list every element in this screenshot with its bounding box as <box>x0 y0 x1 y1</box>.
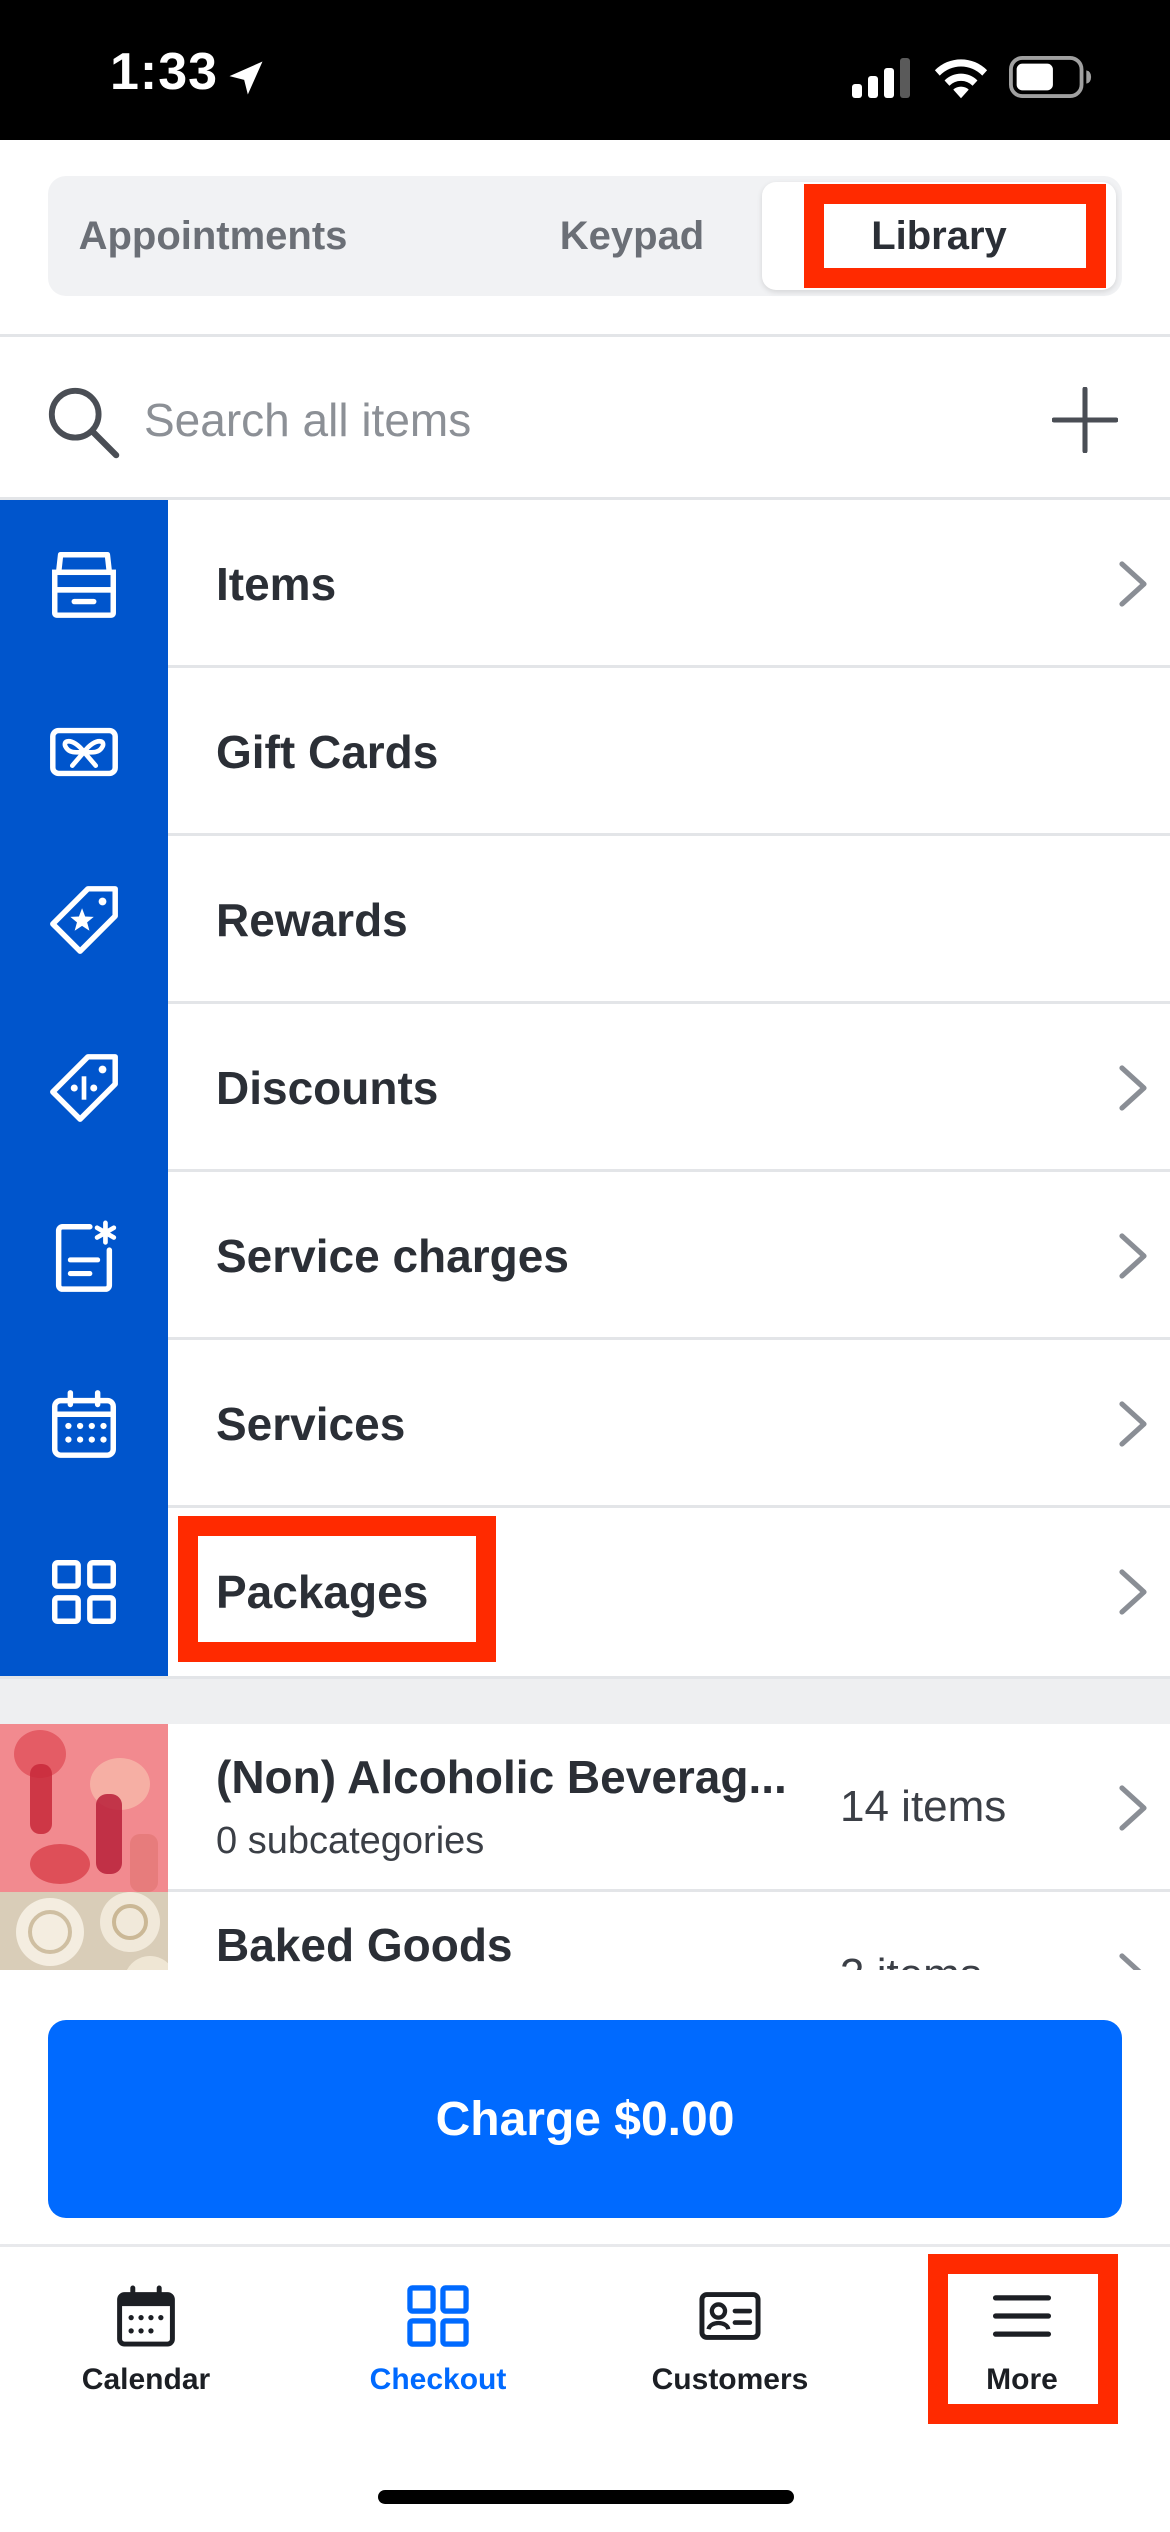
library-item-rewards[interactable]: Rewards <box>0 836 1170 1004</box>
chevron-right-icon <box>1119 1233 1147 1279</box>
category-title: Baked Goods <box>216 1919 513 1970</box>
search-bar <box>0 337 1170 499</box>
library-item-label: Services <box>216 1398 406 1450</box>
library-item-label: Rewards <box>216 894 408 946</box>
beverages-thumbnail-image <box>0 1724 168 1892</box>
library-item-label: Discounts <box>216 1062 439 1114</box>
location-arrow-icon <box>229 61 263 95</box>
library-highlight-box <box>804 184 1106 288</box>
charge-area: Charge $0.00 <box>0 1970 1170 2244</box>
tab-calendar[interactable]: Calendar <box>0 2283 292 2423</box>
screen: 1:33 Appointments Keypad Library Search … <box>0 0 1170 2532</box>
chevron-right-icon <box>1119 1785 1147 1831</box>
cellular-signal-icon <box>852 58 910 98</box>
library-item-services[interactable]: Services <box>0 1340 1170 1508</box>
category-row-baked-goods[interactable]: Baked Goods 3 items <box>0 1892 1170 1970</box>
tab-label: Checkout <box>369 2363 507 2396</box>
tab-label: Customers <box>651 2363 809 2396</box>
search-input[interactable] <box>144 385 1004 455</box>
gift-card-icon <box>50 727 118 777</box>
library-item-label: Service charges <box>216 1230 569 1282</box>
library-item-discounts[interactable]: Discounts <box>0 1004 1170 1172</box>
library-item-service-charges[interactable]: Service charges <box>0 1172 1170 1340</box>
baked-goods-thumbnail-image <box>0 1892 168 1970</box>
category-item-count: 3 items <box>840 1950 982 1970</box>
library-menu-list: Items Gift Cards Rewards Discounts Servi… <box>0 500 1170 1676</box>
section-separator <box>0 1676 1170 1724</box>
calendar-icon <box>117 2285 175 2347</box>
grid-icon <box>52 1560 116 1624</box>
add-item-icon[interactable] <box>1052 387 1118 453</box>
tab-label: Calendar <box>81 2363 211 2396</box>
chevron-right-icon <box>1119 1401 1147 1447</box>
status-time: 1:33 <box>110 43 219 101</box>
home-indicator <box>378 2490 794 2504</box>
chevron-right-icon <box>1119 1569 1147 1615</box>
chevron-right-icon <box>1119 1953 1142 1970</box>
tab-appointments[interactable]: Appointments <box>48 176 378 296</box>
status-bar: 1:33 <box>0 0 1170 140</box>
chevron-right-icon <box>1119 561 1147 607</box>
library-item-gift-cards[interactable]: Gift Cards <box>0 668 1170 836</box>
category-subtitle: 0 subcategories <box>216 1820 485 1862</box>
search-icon <box>48 387 120 459</box>
calendar-icon <box>52 1390 116 1458</box>
tab-customers[interactable]: Customers <box>584 2283 876 2423</box>
category-item-count: 14 items <box>840 1782 1007 1831</box>
charge-button[interactable]: Charge $0.00 <box>48 2020 1122 2218</box>
discount-tag-icon <box>50 1054 118 1122</box>
battery-icon <box>1009 56 1092 98</box>
items-tray-icon <box>52 552 116 618</box>
library-item-label: Gift Cards <box>216 726 439 778</box>
more-highlight-box <box>928 2254 1118 2424</box>
category-row-beverages[interactable]: (Non) Alcoholic Beverag... 0 subcategori… <box>0 1724 1170 1892</box>
library-item-label: Items <box>216 558 337 610</box>
reward-tag-icon <box>50 886 118 954</box>
tab-checkout[interactable]: Checkout <box>292 2283 584 2423</box>
library-item-packages[interactable]: Packages <box>0 1508 1170 1676</box>
contact-card-icon <box>699 2292 761 2340</box>
packages-highlight-box <box>178 1516 496 1662</box>
wifi-icon <box>934 59 988 99</box>
chevron-right-icon <box>1119 1065 1147 1111</box>
service-charge-icon <box>55 1220 117 1292</box>
library-item-items[interactable]: Items <box>0 500 1170 668</box>
category-title: (Non) Alcoholic Beverag... <box>216 1751 787 1803</box>
grid-icon <box>407 2285 469 2347</box>
